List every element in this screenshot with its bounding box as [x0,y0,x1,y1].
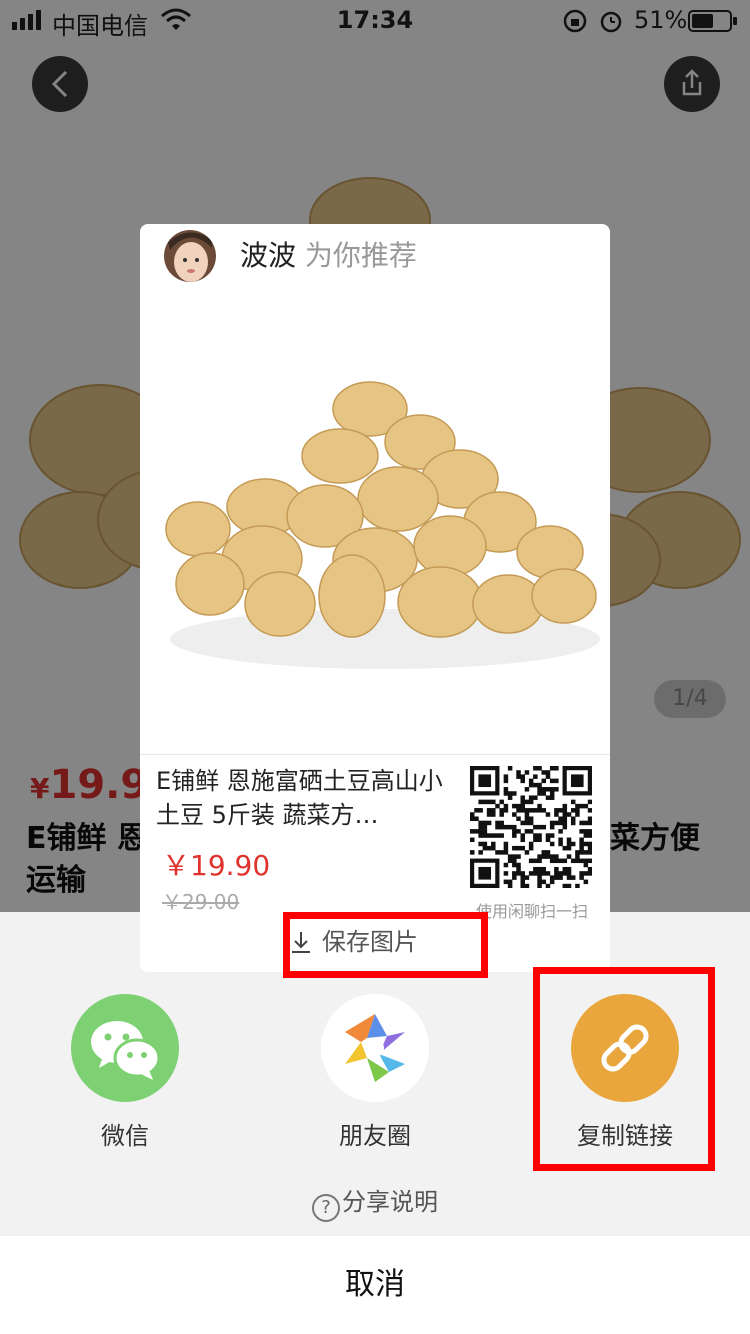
poster-product-image [140,294,610,754]
wechat-icon [71,994,179,1102]
poster-divider [140,754,610,755]
poster-recommend-text: 为你推荐 [304,239,417,272]
rotation-lock-icon [563,9,587,33]
potato-pile-image [165,381,600,669]
avatar [164,230,216,282]
share-help-link[interactable]: ? 分享说明 [0,1182,750,1222]
share-moments-button[interactable]: 朋友圈 [295,994,455,1151]
battery-icon [688,10,737,32]
poster-user-name: 波波 [240,239,297,272]
moments-icon [321,994,429,1102]
share-wechat-button[interactable]: 微信 [45,994,205,1151]
share-wechat-label: 微信 [101,1122,149,1150]
question-circle-icon: ? [312,1194,340,1222]
alarm-icon [600,11,622,33]
share-poster-card: 波波 为你推荐 E铺鲜 恩施富硒土豆高山小土豆 5斤装 蔬菜方… ￥19.90 … [140,224,610,972]
share-help-label: 分享说明 [342,1188,438,1216]
qr-code [470,766,593,889]
battery-percent: 51% [634,6,688,34]
poster-header: 波波 为你推荐 [240,234,417,274]
cancel-button[interactable]: 取消 [0,1236,750,1334]
copy-link-highlight [533,967,715,1171]
save-image-highlight [283,912,488,978]
poster-price: ￥19.90 [162,849,271,882]
poster-original-price: ￥29.00 [162,890,240,914]
status-bar: 中国电信 17:34 51% [0,0,750,40]
share-moments-label: 朋友圈 [339,1122,411,1150]
poster-product-title: E铺鲜 恩施富硒土豆高山小土豆 5斤装 蔬菜方… [156,767,443,829]
